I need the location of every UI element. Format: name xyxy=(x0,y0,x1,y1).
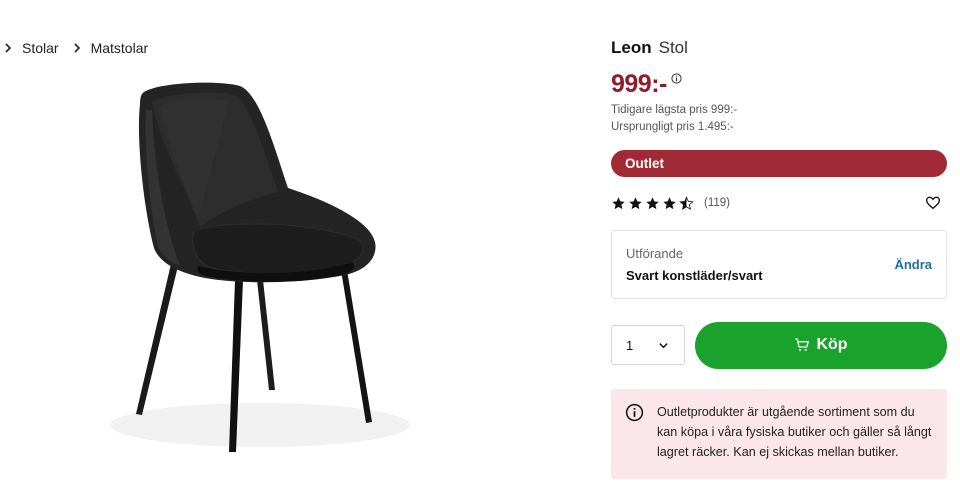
chevron-right-icon xyxy=(0,40,16,56)
breadcrumb-item-root[interactable] xyxy=(0,40,22,56)
lowest-price-note: Tidigare lägsta pris 999:- xyxy=(611,104,738,116)
chevron-right-icon xyxy=(69,40,85,56)
buy-row: 1 Köp xyxy=(611,321,947,369)
product-image[interactable] xyxy=(100,70,420,470)
change-variant-link[interactable]: Ändra xyxy=(894,257,932,272)
notice-text: Outletprodukter är utgående sortiment so… xyxy=(657,405,932,459)
breadcrumb: Stolar Matstolar xyxy=(0,38,158,58)
star-icon xyxy=(646,196,659,209)
product-title: Leon Stol xyxy=(611,38,947,62)
original-price-note: Ursprungligt pris 1.495:- xyxy=(611,121,734,133)
star-icon xyxy=(663,196,676,209)
info-icon xyxy=(625,403,644,422)
outlet-notice: Outletprodukter är utgående sortiment so… xyxy=(611,389,947,479)
chevron-down-icon xyxy=(659,342,668,348)
outlet-badge: Outlet xyxy=(611,150,947,177)
product-panel: Leon Stol 999:- Tidigare lägsta pris 999… xyxy=(611,38,947,479)
product-brand: Leon xyxy=(611,38,652,57)
buy-label: Köp xyxy=(816,336,848,353)
variant-value: Svart konstläder/svart xyxy=(626,268,763,283)
cart-icon xyxy=(795,338,810,352)
star-icon xyxy=(612,196,625,209)
breadcrumb-item-matstolar[interactable]: Matstolar xyxy=(91,40,159,56)
product-price: 999:- xyxy=(611,70,667,98)
rating-row: (119) xyxy=(611,192,947,214)
price-notes: Tidigare lägsta pris 999:- Ursprungligt … xyxy=(611,102,947,136)
breadcrumb-item-stolar[interactable]: Stolar xyxy=(22,40,91,56)
star-icon xyxy=(629,196,642,209)
info-icon[interactable] xyxy=(671,73,682,84)
quantity-value: 1 xyxy=(626,337,634,353)
product-type: Stol xyxy=(658,38,688,57)
breadcrumb-label[interactable]: Stolar xyxy=(22,40,59,56)
variant-selector[interactable]: Utförande Svart konstläder/svart Ändra xyxy=(611,230,947,299)
star-half-icon xyxy=(679,195,694,210)
rating-count[interactable]: (119) xyxy=(704,197,730,209)
variant-label: Utförande xyxy=(626,246,684,261)
heart-icon[interactable] xyxy=(925,195,941,211)
price-row: 999:- xyxy=(611,70,947,100)
rating-stars[interactable] xyxy=(611,195,696,211)
breadcrumb-label[interactable]: Matstolar xyxy=(91,40,149,56)
quantity-select[interactable]: 1 xyxy=(611,325,685,365)
buy-button[interactable]: Köp xyxy=(695,321,947,369)
